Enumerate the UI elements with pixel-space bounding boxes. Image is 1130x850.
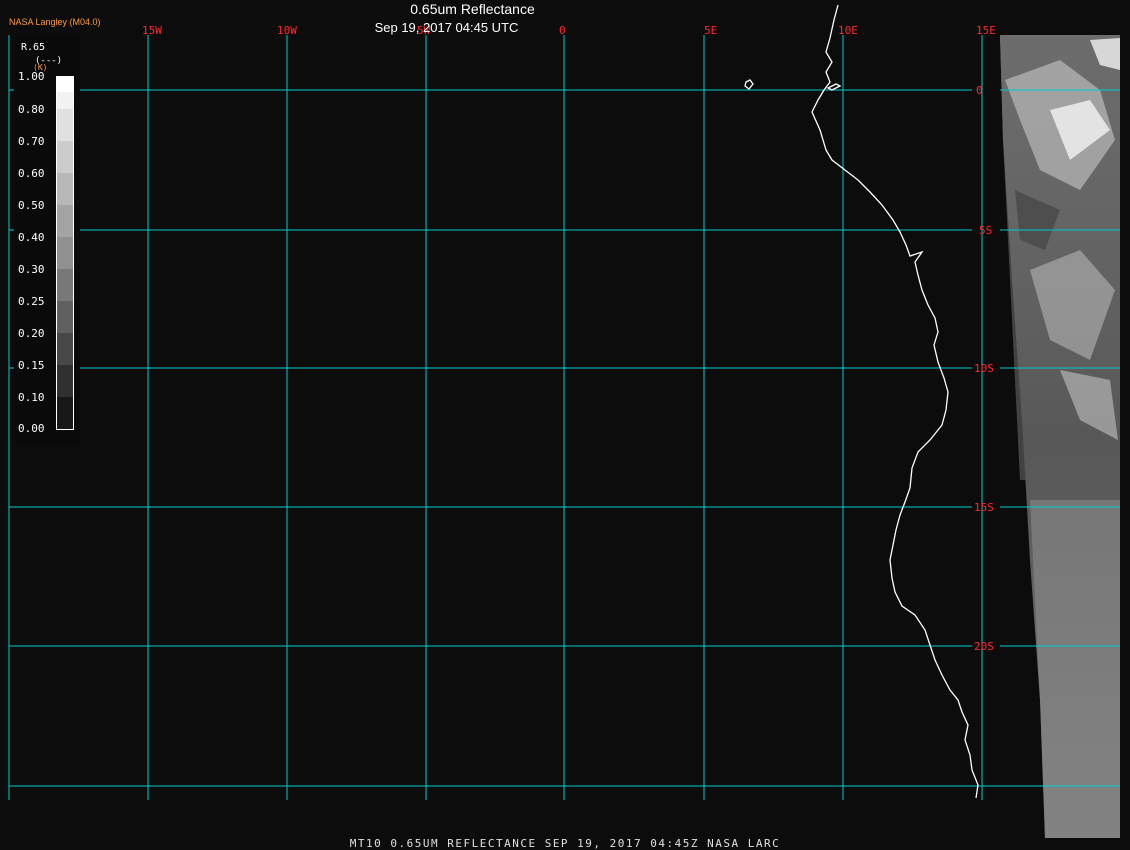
legend-tick: 0.10	[18, 391, 45, 404]
producer-label: NASA Langley (M04.0)	[9, 17, 101, 27]
lat-label: 10S	[974, 362, 994, 375]
lon-label: 15E	[976, 24, 996, 37]
legend-tick: 0.30	[18, 263, 45, 276]
legend-title: R.65	[21, 42, 46, 53]
legend-tick: 0.60	[18, 167, 45, 180]
legend-tick: 0.80	[18, 103, 45, 116]
lat-label: 15S	[974, 501, 994, 514]
legend-tick: 0.00	[18, 422, 45, 435]
map-background	[0, 0, 1130, 850]
legend-tick: 0.40	[18, 231, 45, 244]
legend-tick: 1.00	[18, 70, 45, 83]
legend-tick: 0.70	[18, 135, 45, 148]
legend-tick: 0.15	[18, 359, 45, 372]
footer-caption: MT10 0.65UM REFLECTANCE SEP 19, 2017 04:…	[349, 837, 781, 850]
lat-label: 5S	[979, 224, 992, 237]
legend-tick: 0.20	[18, 327, 45, 340]
lat-label: 20S	[974, 640, 994, 653]
satellite-map: 15W 10W 5W 0 5E 10E 15E 0 5S 10S 15S 20S	[0, 0, 1130, 850]
lat-label: 0	[976, 84, 983, 97]
map-timestamp: Sep 19, 2017 04:45 UTC	[374, 20, 519, 35]
legend-tick: 0.50	[18, 199, 45, 212]
map-title: 0.65um Reflectance	[410, 1, 535, 17]
legend-tick: 0.25	[18, 295, 45, 308]
legend-colorbar	[56, 76, 74, 430]
